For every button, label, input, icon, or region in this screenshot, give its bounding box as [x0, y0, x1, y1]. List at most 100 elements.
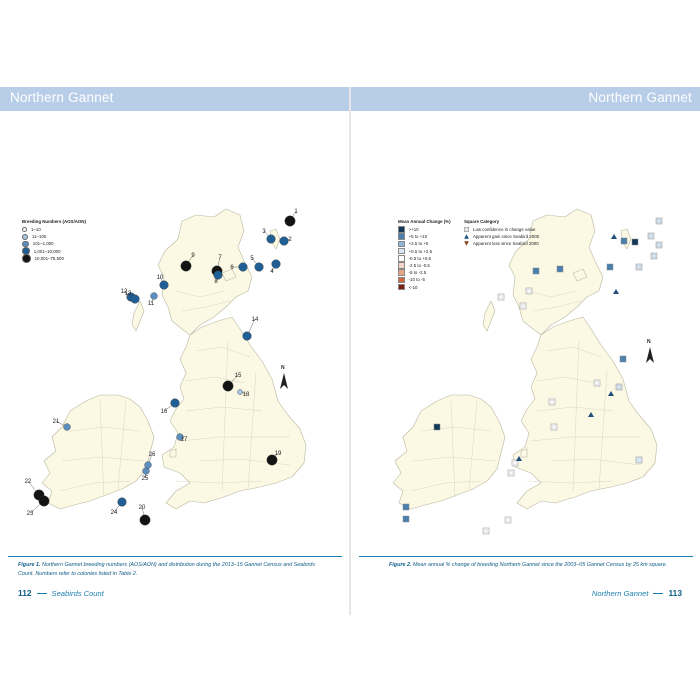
change-square: [556, 265, 564, 273]
figure1-caption-label: Figure 1.: [18, 562, 41, 568]
colony-number-label: 19: [275, 451, 282, 457]
legend-swatch: [398, 276, 405, 284]
legend-row: >+10: [398, 226, 451, 233]
north-arrow: N: [646, 339, 654, 363]
legend-swatch: [398, 283, 405, 291]
left-page: Northern Gannet N 1 2 3 4 5 6 7 8 9 10 1…: [0, 87, 349, 615]
legend-row: -10 to -5: [398, 276, 451, 284]
north-arrow-label: N: [647, 339, 651, 345]
legend-row: +2.5 to +5: [398, 240, 451, 248]
great-britain-map: [161, 316, 307, 510]
legend-swatch: [398, 262, 405, 269]
left-folio: 112 Seabirds Count: [18, 588, 104, 598]
change-square: [635, 456, 643, 464]
colony-marker: [139, 514, 151, 526]
right-page-header: Northern Gannet: [588, 90, 692, 105]
legend-row: +5 to +10: [398, 233, 451, 241]
colony-marker: [38, 495, 50, 507]
boxed-square-icon: [464, 227, 469, 233]
colony-marker: [180, 260, 192, 272]
colony-number-label: 21: [53, 419, 60, 425]
caption-divider: [8, 556, 342, 557]
legend-row: 11–100: [22, 233, 86, 240]
change-square: [548, 398, 556, 406]
legend-label: 11–100: [31, 234, 47, 240]
gain-triangle-marker: [611, 234, 617, 239]
change-square: [655, 241, 663, 249]
legend-swatch: [398, 269, 405, 277]
legend-label: -0.5 to +0.5: [408, 255, 431, 261]
colony-number-label: 13: [125, 291, 132, 297]
legend-row: 1,001–10,000: [22, 247, 86, 255]
colony-number-label: 24: [111, 510, 118, 516]
legend-label: 10,001–75,500: [34, 255, 64, 261]
legend-row: <-10: [398, 283, 451, 291]
colony-marker: [266, 234, 276, 244]
gain-triangle-marker: [613, 289, 619, 294]
change-square: [504, 516, 512, 524]
legend-row-low-confidence: Low confidence in change value: [464, 226, 539, 233]
colony-marker: [170, 398, 180, 408]
right-running-title: Northern Gannet: [591, 588, 649, 598]
colony-marker: [279, 236, 289, 246]
figure1-map: N 1234567891011121314151617181920212223 2…: [25, 208, 307, 526]
mean-annual-change-legend: Mean Annual Change (%) >+10 +5 to +10 +2.5…: [398, 218, 451, 291]
triangle-down-icon: [464, 241, 469, 247]
figure2-caption: Figure 2. Mean annual % change of breedi…: [389, 561, 689, 570]
colony-number-label: 18: [243, 392, 250, 398]
caption-divider: [359, 556, 693, 557]
change-square: [532, 267, 540, 275]
legend-swatch: [398, 233, 405, 241]
change-square: [402, 503, 410, 511]
colony-marker: [222, 380, 234, 392]
legend-swatch: [398, 240, 405, 248]
colony-number-label: 1: [294, 209, 298, 215]
legend-swatch: [22, 227, 27, 233]
colony-marker: [150, 292, 158, 300]
colony-number-label: 25: [142, 476, 149, 482]
square-category-legend: Square Category Low confidence in change…: [464, 218, 539, 248]
change-square: [655, 217, 663, 225]
change-square: [631, 238, 639, 246]
breeding-numbers-legend: Breeding Numbers (AOS/AON) 1–10 11–100 101…: [22, 218, 86, 263]
colony-marker: [238, 262, 248, 272]
legend-swatch: [398, 226, 405, 233]
change-square: [647, 232, 655, 240]
colony-marker: [242, 331, 252, 341]
colony-number-label: 5: [250, 256, 254, 262]
colony-marker: [284, 215, 296, 227]
outer-hebrides-map: [131, 300, 145, 332]
scotland-map: [157, 208, 253, 336]
legend-label: +2.5 to +5: [408, 241, 429, 247]
outer-hebrides-map: [482, 300, 496, 332]
ireland-map: [392, 394, 506, 510]
colony-number-label: 23: [27, 511, 34, 517]
colony-number-label: 4: [270, 269, 274, 275]
legend-row: 1–10: [22, 226, 86, 233]
legend-row: 101–1,000: [22, 240, 86, 248]
colony-number-label: 22: [25, 479, 32, 485]
colony-marker: [144, 461, 152, 469]
change-square: [620, 237, 628, 245]
colony-number-label: 14: [252, 317, 259, 323]
figure1-caption-text: Northern Gannet breeding numbers (AOS/AO…: [18, 562, 315, 577]
legend-swatch: [22, 254, 31, 263]
colony-marker: [254, 262, 264, 272]
legend-label: 1–10: [31, 227, 41, 233]
figure2-caption-text: Mean annual % change of breeding Norther…: [412, 562, 668, 568]
legend-label: -2.5 to -0.5: [408, 263, 430, 269]
right-folio: Northern Gannet 113: [592, 588, 682, 598]
right-header-band: Northern Gannet: [351, 87, 700, 111]
legend-row: 10,001–75,500: [22, 254, 86, 263]
right-page: Northern Gannet N Mean Annual Change (%)…: [351, 87, 700, 615]
colony-marker: [213, 270, 223, 280]
great-britain-map: [512, 316, 658, 510]
legend-title: Mean Annual Change (%): [398, 219, 451, 224]
figure2-caption-label: Figure 2.: [389, 562, 412, 568]
legend-label: <-10: [408, 284, 418, 290]
legend-swatch: [398, 255, 405, 262]
legend-row: +0.5 to +2.5: [398, 247, 451, 255]
change-square: [497, 293, 505, 301]
colony-marker: [159, 280, 169, 290]
ireland-map: [41, 394, 155, 510]
